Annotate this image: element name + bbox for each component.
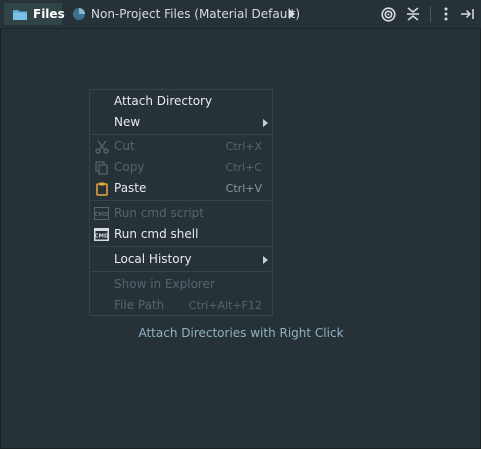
menu-separator <box>91 200 271 201</box>
menu-item-shortcut: Ctrl+X <box>225 140 262 153</box>
tab-non-project-label: Non-Project Files (Material Default) <box>91 7 301 21</box>
menu-item-shortcut: Ctrl+V <box>225 182 262 195</box>
menu-separator <box>91 246 271 247</box>
target-icon[interactable] <box>380 6 396 22</box>
empty-state-hint: Attach Directories with Right Click <box>138 326 344 340</box>
menu-separator <box>91 134 271 135</box>
menu-item-shortcut: Ctrl+C <box>225 161 262 174</box>
menu-item-local-history[interactable]: Local History <box>90 249 272 270</box>
menu-item-paste[interactable]: Paste Ctrl+V <box>90 178 272 199</box>
more-tabs-arrow-icon[interactable] <box>284 6 300 22</box>
tab-files[interactable]: Files <box>4 3 65 25</box>
menu-item-label: Copy <box>114 160 145 174</box>
menu-item-label: File Path <box>114 298 165 312</box>
svg-text:CMD: CMD <box>94 212 109 218</box>
clipboard-icon <box>94 181 109 196</box>
svg-text:CMD: CMD <box>94 234 109 240</box>
menu-item-label: Run cmd script <box>114 206 204 220</box>
collapse-all-icon[interactable] <box>405 6 421 22</box>
menu-item-cut: Cut Ctrl+X <box>90 136 272 157</box>
menu-item-label: Local History <box>114 252 192 266</box>
menu-item-shortcut: Ctrl+Alt+F12 <box>188 299 262 312</box>
tool-window-header: Files Non-Project Files (Material Defaul… <box>0 0 481 29</box>
menu-item-copy: Copy Ctrl+C <box>90 157 272 178</box>
submenu-arrow-icon <box>263 119 268 127</box>
menu-item-new[interactable]: New <box>90 112 272 133</box>
more-options-icon[interactable] <box>438 6 454 22</box>
menu-item-label: Paste <box>114 181 147 195</box>
folder-icon <box>12 8 28 21</box>
tab-files-label: Files <box>33 7 65 21</box>
copy-icon <box>94 160 109 175</box>
cmd-icon: CMD <box>94 206 109 221</box>
menu-item-file-path: File Path Ctrl+Alt+F12 <box>90 295 272 316</box>
scissors-icon <box>94 139 109 154</box>
menu-item-run-cmd-shell[interactable]: CMD Run cmd shell <box>90 224 272 245</box>
menu-item-label: Show in Explorer <box>114 277 215 291</box>
menu-separator <box>91 271 271 272</box>
pie-chart-icon <box>72 7 86 21</box>
menu-item-label: Cut <box>114 139 135 153</box>
menu-item-attach-directory[interactable]: Attach Directory <box>90 91 272 112</box>
toolbar-divider <box>430 6 431 22</box>
cmd-icon: CMD <box>94 227 109 242</box>
menu-item-run-cmd-script: CMD Run cmd script <box>90 203 272 224</box>
tab-non-project-files[interactable]: Non-Project Files (Material Default) <box>66 3 300 25</box>
menu-item-label: New <box>114 115 141 129</box>
submenu-arrow-icon <box>263 256 268 264</box>
hide-panel-icon[interactable] <box>459 6 475 22</box>
menu-item-show-in-explorer: Show in Explorer <box>90 274 272 295</box>
menu-item-label: Run cmd shell <box>114 227 199 241</box>
menu-item-label: Attach Directory <box>114 94 213 108</box>
context-menu: Attach Directory New Cut Ctrl+X Copy Ctr… <box>89 89 273 316</box>
